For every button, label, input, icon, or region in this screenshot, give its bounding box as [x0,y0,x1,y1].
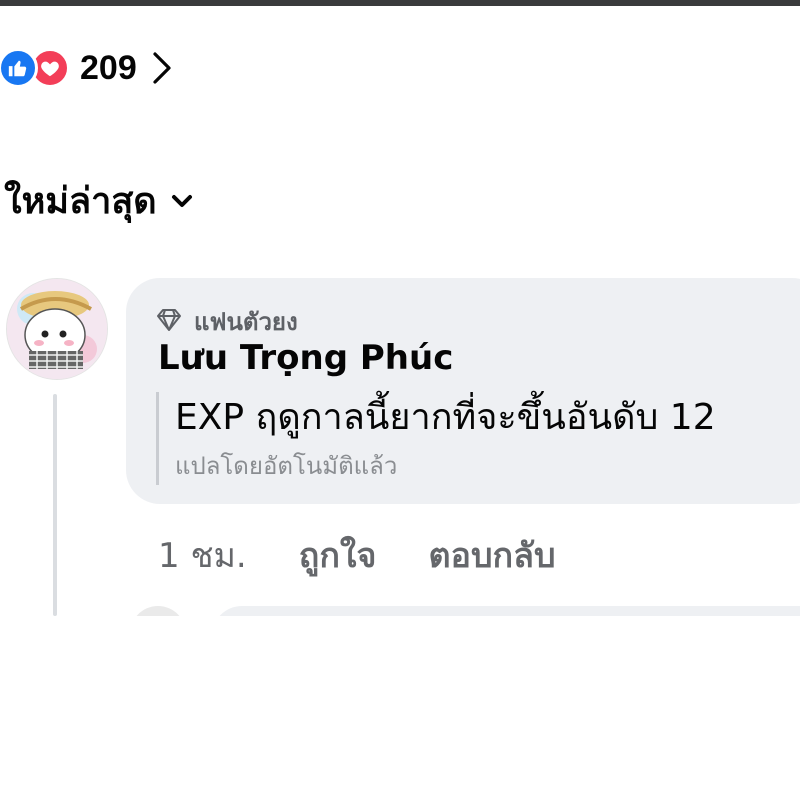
chevron-right-icon [151,51,173,85]
comment-bubble: แฟนตัวยง Lưu Trọng Phúc EXP ฤดูกาลนี้ยาก… [126,278,800,504]
blank-area [0,616,800,800]
like-button[interactable]: ถูกใจ [299,528,377,582]
reactions-summary[interactable]: 209 [0,44,173,92]
translated-text-block: EXP ฤดูกาลนี้ยากที่จะขึ้นอันดับ 12 แปลโด… [156,392,800,485]
top-fan-badge: แฟนตัวยง [156,302,298,341]
reply-button[interactable]: ตอบกลับ [428,528,555,582]
like-reaction-icon [0,48,38,88]
translation-note[interactable]: แปลโดยอัตโนมัติแล้ว [175,446,800,485]
comment-sort-dropdown[interactable]: ใหม่ล่าสุด [4,172,193,229]
comment-text: EXP ฤดูกาลนี้ยากที่จะขึ้นอันดับ 12 [175,397,716,438]
diamond-icon [156,308,182,336]
badge-label: แฟนตัวยง [194,308,298,336]
avatar[interactable] [6,278,108,380]
chevron-down-icon [171,193,193,209]
top-bar [0,0,800,6]
thread-line [53,394,57,616]
comment-timestamp[interactable]: 1 ชม. [158,528,247,582]
comment-author[interactable]: Lưu Trọng Phúc [158,338,453,378]
reaction-count: 209 [80,48,137,87]
sort-label: ใหม่ล่าสุด [4,181,157,222]
comment-actions: 1 ชม. ถูกใจ ตอบกลับ [158,528,556,582]
